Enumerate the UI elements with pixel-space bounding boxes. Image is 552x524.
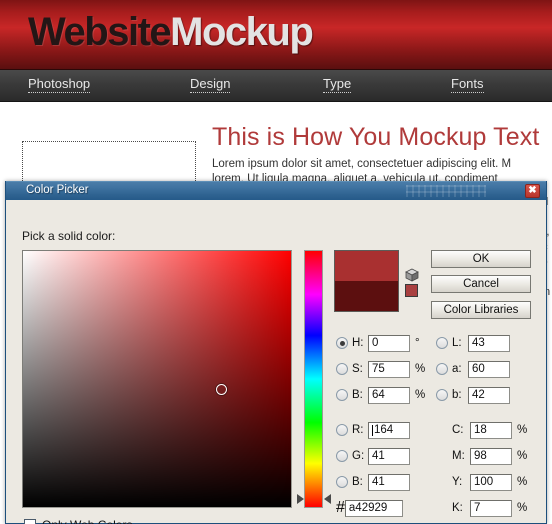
hue-slider[interactable] [297,250,331,508]
brightness-gradient [23,251,291,507]
input-red[interactable]: 164 [368,421,410,439]
input-magenta[interactable]: 98 [470,447,512,465]
cancel-button[interactable]: Cancel [431,275,531,293]
logo-text-secondary: Mockup [170,10,314,54]
logo-text-primary: Website [28,10,172,54]
label-red: R: [352,424,364,436]
radio-green[interactable] [336,450,348,462]
input-saturation[interactable]: 75 [368,360,410,378]
unit-hue: ° [415,337,420,349]
site-nav: Photoshop Design Type Fonts [0,70,552,102]
label-cyan: C: [452,424,464,436]
label-black: K: [452,502,463,514]
hue-slider-handle-right-icon[interactable] [324,494,331,504]
lab-row-b: b: 42 [436,385,510,405]
input-blue[interactable]: 41 [368,473,410,491]
radio-lab-b[interactable] [436,389,448,401]
label-hue: H: [352,337,364,349]
input-cyan[interactable]: 18 [470,421,512,439]
label-magenta: M: [452,450,465,462]
input-lab-b[interactable]: 42 [468,386,510,404]
hue-slider-handle-left-icon[interactable] [297,494,304,504]
unit-magenta: % [517,450,528,462]
web-safe-alternate-swatch[interactable] [405,284,418,297]
label-brightness: B: [352,389,363,401]
new-color-swatch[interactable] [335,251,398,281]
current-color-swatch[interactable] [335,281,398,311]
page-headline: This is How You Mockup Text [212,123,540,151]
hsb-row-s: S: 75 % [336,359,425,379]
titlebar-grip-icon [406,185,486,197]
radio-saturation[interactable] [336,363,348,375]
label-lab-b: b: [452,389,462,401]
unit-black: % [517,502,528,514]
nav-item-fonts[interactable]: Fonts [451,76,484,93]
label-lab-a: a: [452,363,462,375]
input-hex[interactable]: a42929 [344,499,403,517]
unit-brightness: % [415,389,426,401]
radio-hue[interactable] [336,337,348,349]
label-blue: B: [352,476,363,488]
cmyk-row-k: K: 7 % [452,498,527,518]
color-preview-swatch[interactable] [334,250,399,312]
radio-lab-a[interactable] [436,363,448,375]
dialog-body: Pick a solid color: OK Cancel Color Libr… [6,200,546,524]
hsb-row-h: H: 0 ° [336,333,420,353]
site-logo: WebsiteMockup [28,8,314,56]
web-safe-cube-icon[interactable] [405,268,419,282]
color-field-marker[interactable] [215,383,227,395]
input-black[interactable]: 7 [470,499,512,517]
pick-color-label: Pick a solid color: [22,229,116,243]
close-icon[interactable]: ✖ [525,184,540,198]
unit-yellow: % [517,476,528,488]
label-lab-l: L: [452,337,462,349]
saturation-brightness-field[interactable] [22,250,292,508]
color-picker-dialog: Color Picker ✖ Pick a solid color: OK Ca… [5,181,547,524]
radio-brightness[interactable] [336,389,348,401]
lab-row-l: L: 43 [436,333,510,353]
radio-lab-l[interactable] [436,337,448,349]
radio-blue[interactable] [336,476,348,488]
nav-item-type[interactable]: Type [323,76,352,93]
page-paragraph-line-1: Lorem ipsum dolor sit amet, consectetuer… [212,158,512,170]
cmyk-row-y: Y: 100 % [452,472,527,492]
screen: WebsiteMockup Photoshop Design Type Font… [0,0,552,524]
cmyk-row-c: C: 18 % [452,420,527,440]
nav-item-design[interactable]: Design [190,76,231,93]
radio-red[interactable] [336,424,348,436]
input-hue[interactable]: 0 [368,334,410,352]
input-brightness[interactable]: 64 [368,386,410,404]
input-green[interactable]: 41 [368,447,410,465]
input-lab-l[interactable]: 43 [468,334,510,352]
input-yellow[interactable]: 100 [470,473,512,491]
label-green: G: [352,450,365,462]
label-yellow: Y: [452,476,463,488]
unit-cyan: % [517,424,528,436]
label-saturation: S: [352,363,363,375]
unit-saturation: % [415,363,426,375]
hex-row: # a42929 [336,498,403,518]
site-header: WebsiteMockup [0,0,552,70]
dialog-titlebar[interactable]: Color Picker ✖ [6,181,546,200]
only-web-colors-label: Only Web Colors [42,518,132,524]
lab-row-a: a: 60 [436,359,510,379]
nav-item-photoshop[interactable]: Photoshop [28,76,91,93]
dialog-title: Color Picker [26,184,89,196]
hex-hash-label: # [336,499,345,516]
rgb-row-r: R: 164 [336,420,410,440]
only-web-colors-checkbox[interactable] [24,519,36,524]
cmyk-row-m: M: 98 % [452,446,527,466]
rgb-row-b: B: 41 [336,472,410,492]
input-lab-a[interactable]: 60 [468,360,510,378]
ok-button[interactable]: OK [431,250,531,268]
color-libraries-button[interactable]: Color Libraries [431,301,531,319]
rgb-row-g: G: 41 [336,446,410,466]
only-web-colors-row[interactable]: Only Web Colors [24,515,132,524]
hsb-row-b: B: 64 % [336,385,425,405]
hue-gradient-bar[interactable] [304,250,323,508]
